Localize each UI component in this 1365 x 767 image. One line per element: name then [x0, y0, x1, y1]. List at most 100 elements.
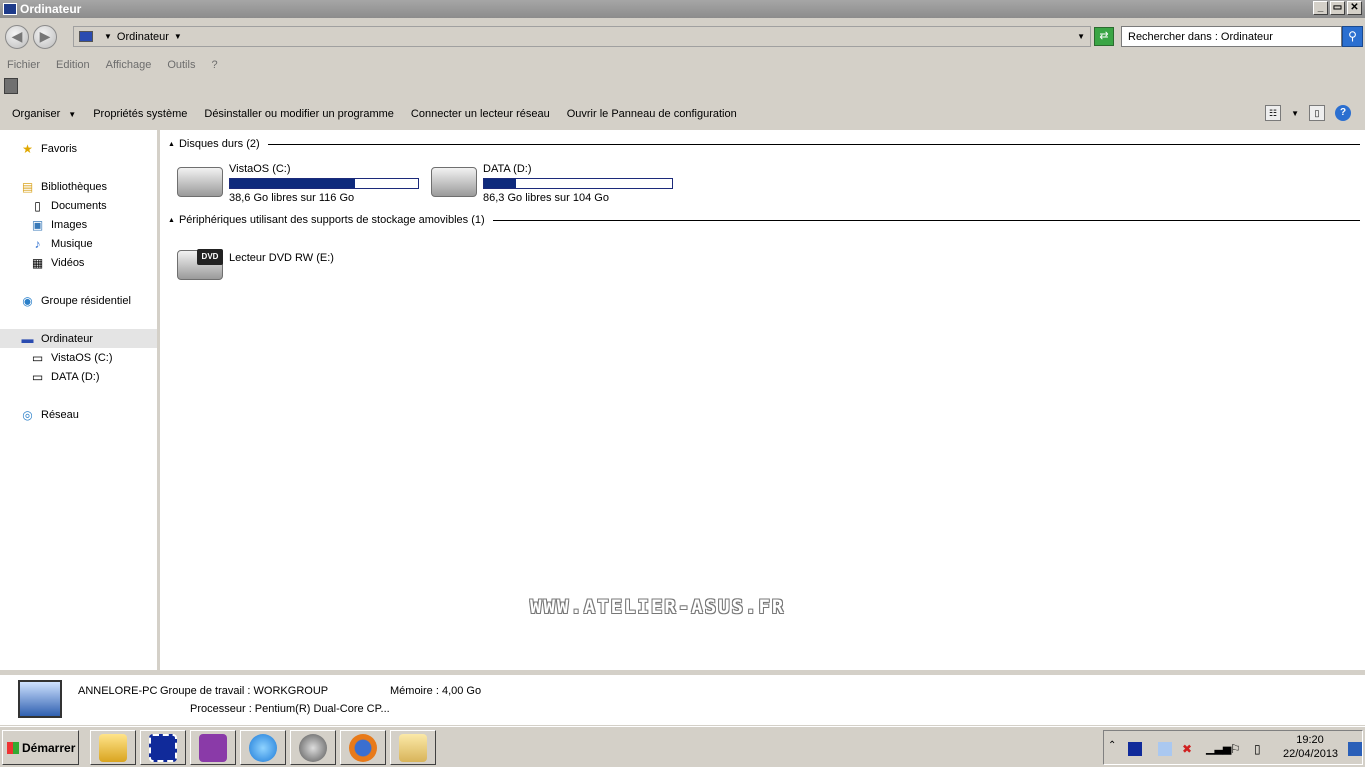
restore-button[interactable]: ▭ [1330, 1, 1345, 15]
search-icon[interactable]: ⚲ [1342, 26, 1363, 47]
nav-music[interactable]: ♪ Musique [30, 234, 93, 253]
preview-pane-icon[interactable]: ▯ [1309, 105, 1325, 121]
nav-drive-c[interactable]: ▭ VistaOS (C:) [30, 348, 113, 367]
map-network-drive-button[interactable]: Connecter un lecteur réseau [411, 108, 550, 120]
nav-drive-d[interactable]: ▭ DATA (D:) [30, 367, 100, 386]
show-hidden-icons[interactable]: ⌃ [1108, 740, 1122, 754]
tray-app-icon[interactable] [1128, 742, 1142, 756]
chevron-down-icon: ▼ [68, 109, 77, 119]
nav-label: Favoris [41, 142, 78, 155]
dvd-drive[interactable]: DVD Lecteur DVD RW (E:) [177, 236, 377, 284]
document-icon: ▯ [34, 198, 41, 213]
drive-usage-bar [229, 178, 419, 189]
menu-file[interactable]: Fichier [7, 59, 40, 71]
hard-drive-icon: ▭ [31, 369, 44, 384]
minimize-button[interactable]: _ [1313, 1, 1328, 15]
system-properties-button[interactable]: Propriétés système [93, 108, 187, 120]
taskbar-media[interactable] [290, 730, 336, 765]
computer-icon [18, 680, 62, 718]
start-label: Démarrer [22, 740, 76, 755]
drive-name: DATA (D:) [483, 163, 532, 175]
uninstall-program-button[interactable]: Désinstaller ou modifier un programme [204, 108, 394, 120]
capture-icon [149, 733, 177, 762]
organize-button[interactable]: Organiser ▼ [12, 108, 76, 120]
clock[interactable]: 19:20 22/04/2013 [1283, 733, 1338, 761]
taskbar-onenote[interactable] [190, 730, 236, 765]
breadcrumb-computer[interactable]: Ordinateur [117, 31, 169, 43]
nav-label: Réseau [41, 408, 79, 421]
forward-button[interactable]: ▶ [33, 25, 57, 49]
clock-time: 19:20 [1296, 734, 1324, 746]
taskbar-firefox[interactable] [340, 730, 386, 765]
taskbar-app-2[interactable] [140, 730, 186, 765]
group-header-hard-disks[interactable]: ▲ Disques durs (2) [168, 138, 1360, 150]
nav-network[interactable]: ◎ Réseau [20, 405, 79, 424]
nav-label: Vidéos [51, 256, 85, 269]
view-dropdown-icon[interactable]: ▼ [1291, 109, 1299, 118]
watermark: WWW.ATELIER-ASUS.FR [530, 596, 786, 618]
back-button[interactable]: ◀ [5, 25, 29, 49]
show-desktop-icon[interactable] [1348, 742, 1362, 756]
drive-free-space: 38,6 Go libres sur 116 Go [229, 192, 355, 204]
menu-tools[interactable]: Outils [167, 59, 195, 71]
library-icon: ▤ [21, 179, 34, 194]
network-signal-icon[interactable]: ▁▃▅ [1206, 742, 1231, 756]
nav-homegroup[interactable]: ◉ Groupe résidentiel [20, 291, 131, 310]
details-pane: ANNELORE-PC Groupe de travail : WORKGROU… [0, 670, 1365, 725]
nav-computer[interactable]: ▬ Ordinateur [0, 329, 157, 348]
power-icon[interactable]: ▯ [1254, 742, 1268, 756]
nav-label: Documents [51, 199, 107, 212]
drive-d[interactable]: DATA (D:) 86,3 Go libres sur 104 Go [431, 163, 676, 205]
drive-name: Lecteur DVD RW (E:) [229, 252, 334, 264]
nav-images[interactable]: ▣ Images [30, 215, 87, 234]
menu-view[interactable]: Affichage [106, 59, 152, 71]
nav-favorites[interactable]: ★ Favoris [20, 139, 77, 158]
group-header-removable[interactable]: ▲ Périphériques utilisant des supports d… [168, 214, 1360, 226]
dvd-badge: DVD [197, 249, 223, 265]
address-history-dropdown[interactable]: ▼ [1077, 32, 1085, 41]
nav-documents[interactable]: ▯ Documents [30, 196, 107, 215]
nav-libraries[interactable]: ▤ Bibliothèques [20, 177, 107, 196]
drive-usage-fill [484, 179, 516, 188]
chevron-right-icon[interactable]: ▼ [104, 32, 112, 41]
computer-icon: ▬ [21, 331, 34, 346]
divider [492, 219, 1360, 221]
taskbar: Démarrer ⌃ ✖ ▁▃▅ ⚐ ▯ 19:20 22/04/2013 [0, 726, 1365, 767]
star-icon: ★ [22, 141, 33, 156]
firefox-icon [349, 733, 377, 762]
windows-drive-icon [177, 167, 223, 197]
tray-alert-icon[interactable]: ✖ [1182, 742, 1196, 756]
windows-logo-icon [7, 741, 19, 754]
taskbar-window[interactable] [390, 730, 436, 765]
tray-card-icon[interactable] [1158, 742, 1172, 756]
taskbar-explorer[interactable] [90, 730, 136, 765]
title-bar: Ordinateur [0, 0, 1365, 18]
internet-explorer-icon [249, 733, 277, 762]
drive-free-space: 86,3 Go libres sur 104 Go [483, 192, 609, 204]
search-input[interactable] [1121, 26, 1342, 47]
video-icon: ▦ [31, 255, 44, 270]
nav-label: VistaOS (C:) [51, 351, 113, 364]
help-icon[interactable]: ? [1335, 105, 1351, 121]
drive-c[interactable]: VistaOS (C:) 38,6 Go libres sur 116 Go [177, 163, 422, 205]
address-bar[interactable]: ▼ Ordinateur ▼ ▼ [73, 26, 1091, 47]
chevron-down-icon[interactable]: ▼ [174, 32, 182, 41]
folder-icon [99, 733, 127, 762]
onenote-icon [199, 733, 227, 762]
drive-usage-bar [483, 178, 673, 189]
refresh-button[interactable]: ⇄ [1094, 27, 1114, 46]
nav-label: DATA (D:) [51, 370, 100, 383]
menu-help[interactable]: ? [211, 59, 217, 71]
menu-edit[interactable]: Edition [56, 59, 90, 71]
change-view-icon[interactable]: ☷ [1265, 105, 1282, 121]
divider [267, 143, 1360, 145]
close-button[interactable]: ✕ [1347, 1, 1362, 15]
device-icon[interactable] [4, 78, 18, 94]
taskbar-ie[interactable] [240, 730, 286, 765]
nav-videos[interactable]: ▦ Vidéos [30, 253, 85, 272]
open-control-panel-button[interactable]: Ouvrir le Panneau de configuration [567, 108, 737, 120]
computer-name: ANNELORE-PC [78, 685, 158, 697]
start-button[interactable]: Démarrer [2, 730, 79, 765]
flag-icon[interactable]: ⚐ [1230, 742, 1244, 756]
organize-label: Organiser [12, 108, 61, 120]
